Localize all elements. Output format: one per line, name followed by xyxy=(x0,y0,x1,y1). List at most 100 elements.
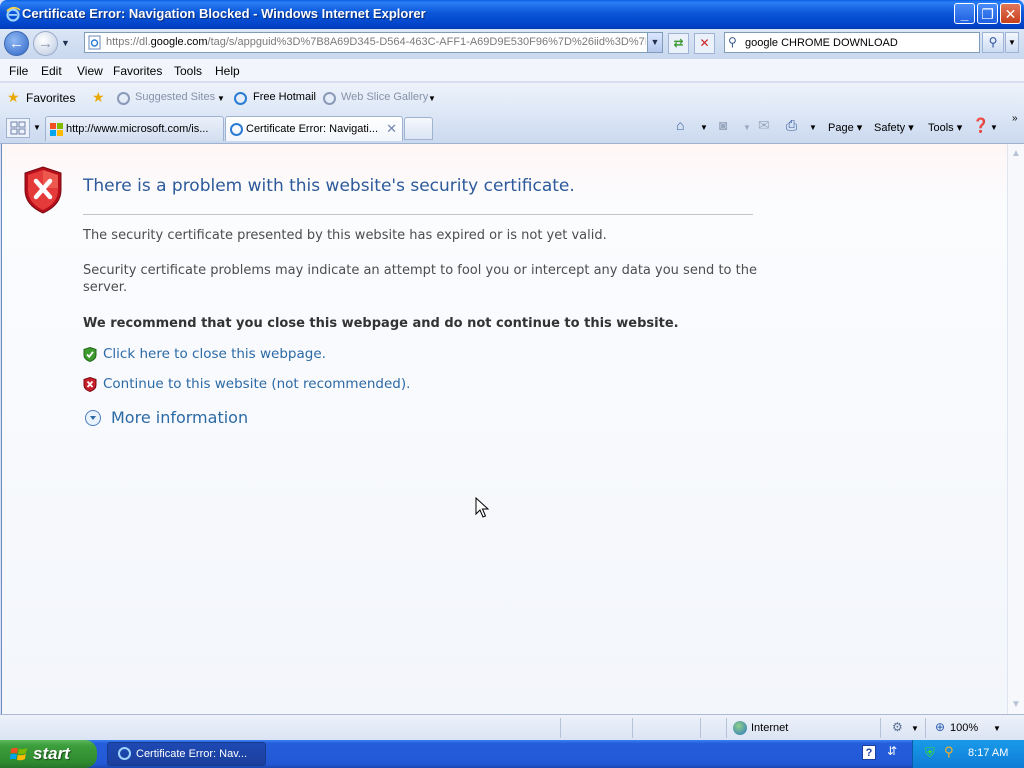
continue-website-link[interactable]: Continue to this website (not recommende… xyxy=(103,376,410,392)
tab-label: Certificate Error: Navigati... xyxy=(246,123,379,135)
mouse-pointer-icon xyxy=(475,497,489,518)
menu-file[interactable]: File xyxy=(9,64,28,78)
url-domain: google.com xyxy=(150,36,208,48)
status-divider xyxy=(700,718,701,738)
address-bar[interactable]: https://dl.google.com/tag/s/appguid%3D%7… xyxy=(84,32,663,53)
help-icon[interactable]: ❓ xyxy=(972,117,989,134)
tools-menu-label: Tools xyxy=(928,122,954,134)
zoom-level[interactable]: 100% xyxy=(950,722,978,734)
read-mail-icon[interactable]: ✉ xyxy=(758,117,770,134)
refresh-button[interactable]: ⇄ xyxy=(668,33,689,54)
page-menu-label: Page xyxy=(828,122,854,134)
start-label: start xyxy=(33,744,70,763)
status-bar: Internet ⚙ ▼ ⊕ 100% ▼ xyxy=(0,714,1024,740)
minimize-button[interactable]: _ xyxy=(954,3,975,24)
menu-edit[interactable]: Edit xyxy=(41,64,62,78)
ie-task-icon xyxy=(118,747,131,760)
arrow-right-icon: → xyxy=(38,35,53,52)
status-divider xyxy=(632,718,633,738)
print-icon[interactable]: ⎙ xyxy=(786,117,797,134)
menu-view[interactable]: View xyxy=(77,64,103,78)
recent-pages-dropdown[interactable]: ▼ xyxy=(61,38,70,48)
more-commands-icon[interactable]: » xyxy=(1012,113,1018,124)
tab-microsoft[interactable]: http://www.microsoft.com/is... xyxy=(45,116,224,141)
menu-tools[interactable]: Tools xyxy=(174,64,202,78)
menu-help[interactable]: Help xyxy=(215,64,240,78)
taskbar-item-label: Certificate Error: Nav... xyxy=(136,748,248,760)
new-tab-button[interactable] xyxy=(404,117,433,140)
safety-menu[interactable]: Safety ▾ xyxy=(874,121,914,134)
clock[interactable]: 8:17 AM xyxy=(968,747,1008,759)
address-dropdown-button[interactable]: ▼ xyxy=(647,33,662,52)
feeds-dropdown[interactable]: ▼ xyxy=(743,123,751,132)
scroll-down-icon[interactable]: ▼ xyxy=(1011,699,1021,710)
search-options-dropdown[interactable]: ▼ xyxy=(1005,32,1019,53)
green-shield-icon xyxy=(83,347,97,362)
search-box[interactable]: ⚲ xyxy=(724,32,980,53)
windows-logo-icon xyxy=(50,123,63,136)
red-shield-icon xyxy=(83,377,97,392)
search-input[interactable] xyxy=(745,35,975,50)
search-tray-icon[interactable]: ⚲ xyxy=(944,744,954,760)
web-slice-dropdown[interactable]: ▼ xyxy=(428,94,436,103)
search-go-button[interactable]: ⚲ xyxy=(982,32,1004,53)
home-dropdown[interactable]: ▼ xyxy=(700,123,708,132)
security-tray-icon[interactable]: ⛨ xyxy=(925,745,935,761)
suggested-sites-dropdown[interactable]: ▼ xyxy=(217,94,225,103)
favorites-bar: ★ Favorites ★ Suggested Sites ▼ Free Hot… xyxy=(0,83,1024,113)
close-window-button[interactable]: ✕ xyxy=(1000,3,1021,24)
free-hotmail-icon xyxy=(234,92,247,105)
menu-bar: File Edit View Favorites Tools Help xyxy=(0,59,1024,82)
security-shield-icon xyxy=(24,166,62,214)
page-content: There is a problem with this website's s… xyxy=(1,144,1007,714)
home-icon[interactable]: ⌂ xyxy=(676,117,684,133)
forward-button[interactable]: → xyxy=(33,31,58,56)
search-icon: ⚲ xyxy=(728,35,737,49)
back-button[interactable]: ← xyxy=(4,31,29,56)
protected-mode-dropdown[interactable]: ▼ xyxy=(911,724,919,733)
tab-list-dropdown[interactable]: ▼ xyxy=(31,118,43,138)
protected-mode-icon[interactable]: ⚙ xyxy=(892,720,903,734)
start-button[interactable]: start xyxy=(0,740,97,768)
status-divider xyxy=(880,718,881,738)
suggested-sites-link[interactable]: Suggested Sites xyxy=(135,91,215,103)
print-dropdown[interactable]: ▼ xyxy=(809,123,817,132)
tools-menu[interactable]: Tools ▾ xyxy=(928,121,962,134)
windows-flag-icon xyxy=(10,747,27,761)
free-hotmail-link[interactable]: Free Hotmail xyxy=(253,91,316,103)
suggested-sites-icon xyxy=(117,92,130,105)
help-dropdown[interactable]: ▼ xyxy=(990,123,998,132)
add-favorites-icon[interactable]: ★ xyxy=(92,89,105,106)
favorites-button[interactable]: Favorites xyxy=(26,91,75,105)
taskbar: start Certificate Error: Nav... ? ⇵ ⛨ ⚲ … xyxy=(0,740,1024,768)
tab-certificate-error[interactable]: Certificate Error: Navigati... ✕ xyxy=(225,116,403,141)
internet-zone-icon xyxy=(733,721,747,735)
help-tray-icon[interactable]: ? xyxy=(862,745,876,760)
stop-button[interactable]: ✕ xyxy=(694,33,715,54)
heading-divider xyxy=(83,214,753,215)
web-slice-gallery-link[interactable]: Web Slice Gallery xyxy=(341,91,428,103)
restore-button[interactable]: ❐ xyxy=(977,3,998,24)
menu-favorites[interactable]: Favorites xyxy=(113,64,162,78)
page-icon xyxy=(88,35,101,50)
status-divider xyxy=(560,718,561,738)
window-title-bar[interactable]: Certificate Error: Navigation Blocked - … xyxy=(0,0,1024,29)
quick-tabs-button[interactable] xyxy=(6,118,30,138)
scroll-up-icon[interactable]: ▲ xyxy=(1011,148,1021,159)
close-tab-icon[interactable]: ✕ xyxy=(386,121,397,137)
recommendation-text: We recommend that you close this webpage… xyxy=(83,316,679,331)
arrow-left-icon: ← xyxy=(9,35,24,52)
zoom-icon: ⊕ xyxy=(935,720,946,734)
feeds-icon[interactable]: ◙ xyxy=(719,117,727,133)
vertical-scrollbar[interactable]: ▲ ▼ xyxy=(1007,144,1024,714)
address-url[interactable]: https://dl.google.com/tag/s/appguid%3D%7… xyxy=(106,36,646,48)
page-menu[interactable]: Page ▾ xyxy=(828,121,862,134)
internet-explorer-tab-icon xyxy=(230,123,243,136)
safety-menu-label: Safety xyxy=(874,122,906,134)
security-zone[interactable]: Internet xyxy=(751,722,788,734)
network-icon[interactable]: ⇵ xyxy=(887,744,897,758)
close-webpage-link[interactable]: Click here to close this webpage. xyxy=(103,346,326,362)
taskbar-item-ie[interactable]: Certificate Error: Nav... xyxy=(107,742,266,766)
zoom-dropdown[interactable]: ▼ xyxy=(993,724,1001,733)
page-heading: There is a problem with this website's s… xyxy=(83,176,575,196)
